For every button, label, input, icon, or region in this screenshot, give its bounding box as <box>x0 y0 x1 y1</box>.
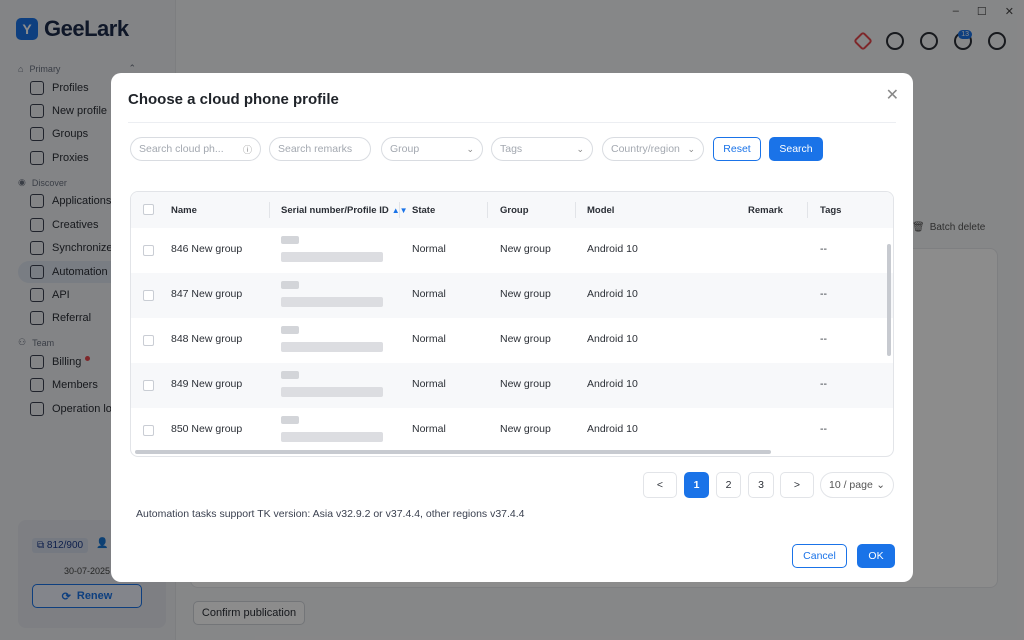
column-tags: Tags <box>820 204 842 216</box>
cell-group: New group <box>500 243 551 255</box>
chevron-down-icon: ⌄ <box>466 143 474 154</box>
cell-state: Normal <box>412 288 446 300</box>
redacted-serial <box>281 281 299 289</box>
column-state: State <box>412 204 436 216</box>
reset-button[interactable]: Reset <box>713 137 761 161</box>
table-row[interactable]: 849 New group Normal New group Android 1… <box>131 363 893 408</box>
horizontal-scrollbar[interactable] <box>135 450 771 454</box>
table-row[interactable]: 846 New group Normal New group Android 1… <box>131 228 893 273</box>
chevron-down-icon: ⌄ <box>576 143 584 154</box>
column-group: Group <box>500 204 529 216</box>
cell-group: New group <box>500 378 551 390</box>
group-select[interactable]: Group ⌄ <box>381 137 483 161</box>
search-button[interactable]: Search <box>769 137 823 161</box>
column-divider <box>399 202 400 218</box>
cell-model: Android 10 <box>587 243 638 255</box>
table-row[interactable]: 850 New group Normal New group Android 1… <box>131 408 893 453</box>
cell-tags: -- <box>820 288 827 300</box>
close-icon[interactable]: ✕ <box>886 85 899 105</box>
row-checkbox[interactable] <box>143 245 154 256</box>
redacted-profile-id <box>281 432 383 442</box>
divider <box>128 122 896 123</box>
cell-name: 846 New group <box>171 243 243 255</box>
search-remarks-input[interactable]: Search remarks <box>269 137 371 161</box>
table-row[interactable]: 847 New group Normal New group Android 1… <box>131 273 893 318</box>
row-checkbox[interactable] <box>143 335 154 346</box>
redacted-profile-id <box>281 342 383 352</box>
cell-tags: -- <box>820 378 827 390</box>
cell-name: 847 New group <box>171 288 243 300</box>
prev-page-button[interactable]: < <box>643 472 677 498</box>
tk-version-note: Automation tasks support TK version: Asi… <box>136 508 525 520</box>
cancel-button[interactable]: Cancel <box>792 544 847 568</box>
page-1-button[interactable]: 1 <box>684 472 709 498</box>
cell-state: Normal <box>412 333 446 345</box>
cell-model: Android 10 <box>587 378 638 390</box>
cell-state: Normal <box>412 423 446 435</box>
cell-name: 850 New group <box>171 423 243 435</box>
page-size-select[interactable]: 10 / page ⌄ <box>820 472 894 498</box>
cell-group: New group <box>500 288 551 300</box>
column-divider <box>487 202 488 218</box>
choose-profile-dialog: Choose a cloud phone profile ✕ Search cl… <box>111 73 913 582</box>
redacted-profile-id <box>281 252 383 262</box>
cell-name: 849 New group <box>171 378 243 390</box>
info-icon: ⓘ <box>242 144 252 155</box>
column-name: Name <box>171 204 197 216</box>
column-remark: Remark <box>748 204 783 216</box>
tags-select[interactable]: Tags ⌄ <box>491 137 593 161</box>
vertical-scrollbar[interactable] <box>887 244 891 356</box>
cell-model: Android 10 <box>587 288 638 300</box>
table-header: Name Serial number/Profile ID▲▼ State Gr… <box>131 192 893 228</box>
redacted-profile-id <box>281 297 383 307</box>
chevron-down-icon: ⌄ <box>687 143 695 154</box>
cell-model: Android 10 <box>587 423 638 435</box>
column-model: Model <box>587 204 615 216</box>
redacted-serial <box>281 416 299 424</box>
column-serial-number[interactable]: Serial number/Profile ID▲▼ <box>281 205 408 216</box>
dialog-title: Choose a cloud phone profile <box>128 91 339 108</box>
page-2-button[interactable]: 2 <box>716 472 741 498</box>
row-checkbox[interactable] <box>143 425 154 436</box>
column-divider <box>269 202 270 218</box>
redacted-serial <box>281 326 299 334</box>
chevron-down-icon: ⌄ <box>876 479 885 491</box>
ok-button[interactable]: OK <box>857 544 895 568</box>
cell-group: New group <box>500 333 551 345</box>
redacted-serial <box>281 236 299 244</box>
cell-model: Android 10 <box>587 333 638 345</box>
country-region-select[interactable]: Country/region ⌄ <box>602 137 704 161</box>
cell-group: New group <box>500 423 551 435</box>
cell-name: 848 New group <box>171 333 243 345</box>
next-page-button[interactable]: > <box>780 472 814 498</box>
cell-tags: -- <box>820 333 827 345</box>
cell-state: Normal <box>412 243 446 255</box>
cell-state: Normal <box>412 378 446 390</box>
select-all-checkbox[interactable] <box>143 204 154 215</box>
row-checkbox[interactable] <box>143 290 154 301</box>
redacted-serial <box>281 371 299 379</box>
column-divider <box>575 202 576 218</box>
cell-tags: -- <box>820 243 827 255</box>
cell-tags: -- <box>820 423 827 435</box>
column-divider <box>807 202 808 218</box>
table-row[interactable]: 848 New group Normal New group Android 1… <box>131 318 893 363</box>
redacted-profile-id <box>281 387 383 397</box>
page-3-button[interactable]: 3 <box>748 472 774 498</box>
search-cloud-phone-input[interactable]: Search cloud ph... ⓘ <box>130 137 261 161</box>
profiles-table: Name Serial number/Profile ID▲▼ State Gr… <box>130 191 894 457</box>
row-checkbox[interactable] <box>143 380 154 391</box>
